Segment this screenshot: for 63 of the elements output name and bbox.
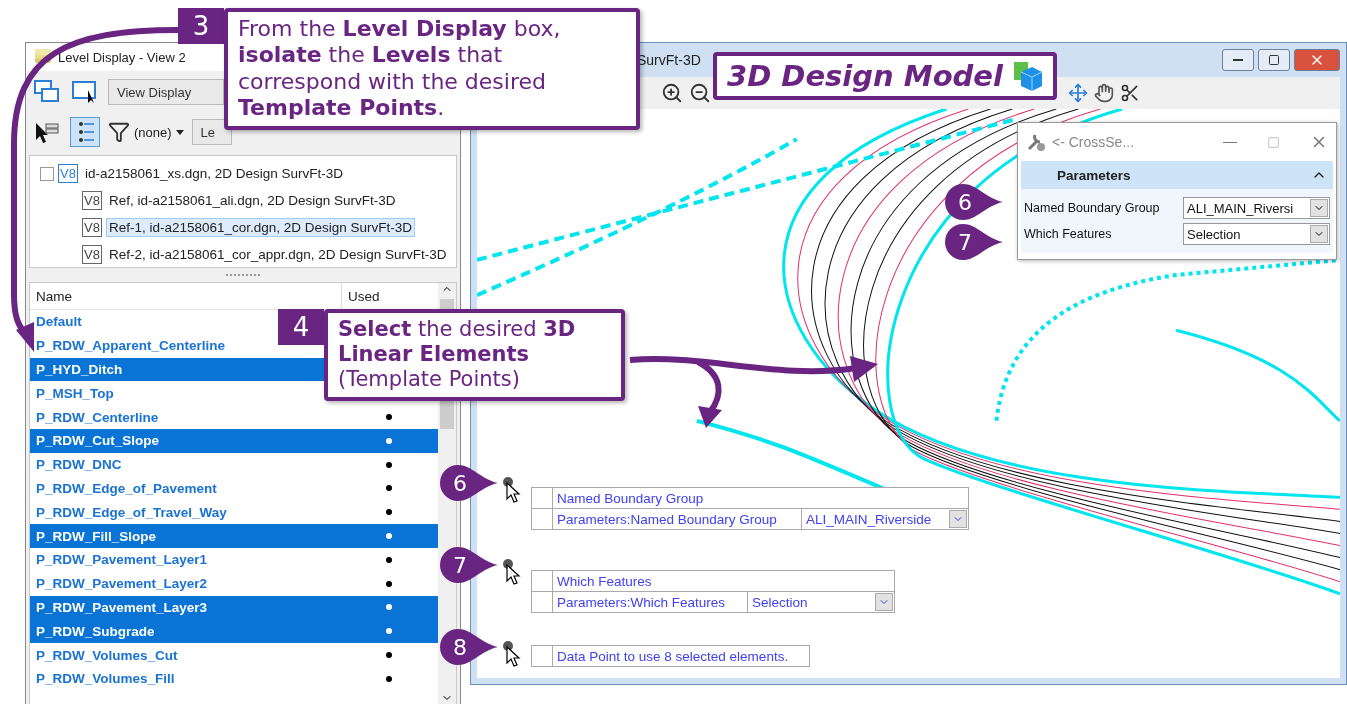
level-row[interactable]: P_RDW_Centerline	[30, 405, 438, 429]
level-row[interactable]: P_RDW_Subgrade	[30, 619, 438, 644]
dropdown-caret-icon	[1310, 225, 1328, 243]
level-row[interactable]: P_RDW_Pavement_Layer1	[30, 547, 438, 572]
dropdown-caret-icon	[1310, 199, 1328, 217]
prompt-label: Data Point to use 8 selected elements.	[556, 647, 790, 666]
prompt-label: Which Features	[556, 572, 653, 591]
filter-dropdown[interactable]: (none)	[108, 121, 184, 143]
zoom-in-icon[interactable]	[661, 81, 683, 104]
level-row[interactable]: P_RDW_Pavement_Layer2	[30, 571, 438, 596]
level-row[interactable]: P_RDW_Pavement_Layer3	[30, 595, 438, 620]
maximize-icon	[1268, 53, 1280, 66]
step-marker: 6	[440, 465, 498, 501]
field-label: Named Boundary Group	[1024, 201, 1160, 215]
prompt-label: Named Boundary Group	[556, 489, 705, 508]
level-dropdown[interactable]: Le	[191, 119, 232, 145]
tree-item[interactable]: V8 Ref, id-a2158061_ali.dgn, 2D Design SurvFt-3D	[30, 187, 456, 214]
level-row[interactable]: P_RDW_Fill_Slope	[30, 524, 438, 548]
cube-icon	[1012, 60, 1043, 92]
level-row[interactable]: P_RDW_DNC	[30, 452, 438, 477]
level-row[interactable]: P_RDW_Volumes_Fill	[30, 666, 438, 691]
wrench-gear-icon	[1026, 132, 1046, 152]
scissors-icon[interactable]	[1120, 82, 1140, 103]
hand-icon[interactable]	[1094, 82, 1114, 103]
step-number: 3	[178, 8, 224, 44]
view-dropdown[interactable]: View Display	[108, 79, 224, 105]
window-title: Level Display - View 2	[58, 49, 186, 65]
mouse-cursor-icon	[503, 559, 521, 585]
level-row[interactable]: P_RDW_Cut_Slope	[30, 429, 438, 453]
step-marker: 7	[945, 224, 1003, 260]
caret-icon	[175, 129, 184, 135]
tree-item[interactable]: V8 id-a2158061_xs.dgn, 2D Design SurvFt-3D	[30, 160, 456, 187]
filter-icon[interactable]	[108, 121, 130, 143]
prompt-value-field[interactable]: Selection	[748, 592, 894, 612]
callout-tooltip: Select the desired 3D Linear Elements (Template Points)	[324, 309, 625, 401]
prompt-value-field[interactable]: ALI_MAIN_Riverside	[802, 509, 968, 529]
prompt-label: Parameters:Which Features	[553, 592, 748, 612]
dialog-title: <- CrossSe...	[1052, 134, 1135, 150]
maximize-button[interactable]	[1258, 48, 1290, 71]
minimize-button[interactable]	[1222, 48, 1254, 71]
step-marker: 8	[440, 629, 498, 665]
model-label-text: 3D Design Model	[727, 59, 1003, 93]
level-row[interactable]: P_RDW_Edge_of_Pavement	[30, 476, 438, 501]
level-row[interactable]: P_RDW_Edge_of_Travel_Way	[30, 500, 438, 525]
column-header[interactable]: Name	[30, 283, 341, 309]
step-number: 4	[278, 309, 324, 345]
step-marker: 7	[440, 547, 498, 583]
step-marker: 6	[945, 184, 1003, 220]
callout-tooltip: From the Level Display box, isolate the Levels that correspond with the desired Template Points.	[224, 8, 640, 130]
dropdown-field[interactable]: Selection	[1183, 223, 1330, 245]
mouse-cursor-icon	[503, 477, 521, 503]
minimize-icon	[1233, 58, 1243, 61]
mouse-cursor-icon	[503, 641, 521, 667]
move-icon[interactable]	[1068, 82, 1088, 103]
level-row[interactable]: P_RDW_Volumes_Cut	[30, 643, 438, 667]
parameters-section-header[interactable]: Parameters	[1021, 161, 1333, 189]
dropdown-field[interactable]: ALI_MAIN_Riversi	[1183, 197, 1330, 219]
layers-icon	[34, 49, 52, 65]
field-label: Which Features	[1024, 227, 1112, 241]
zoom-out-icon[interactable]	[689, 81, 711, 104]
list-tree-icon[interactable]	[70, 117, 100, 147]
tree-item[interactable]: V8 Ref-2, id-a2158061_cor_appr.dgn, 2D Design SurvFt-3D	[30, 241, 456, 268]
prompt-label: Parameters:Named Boundary Group	[553, 509, 802, 529]
